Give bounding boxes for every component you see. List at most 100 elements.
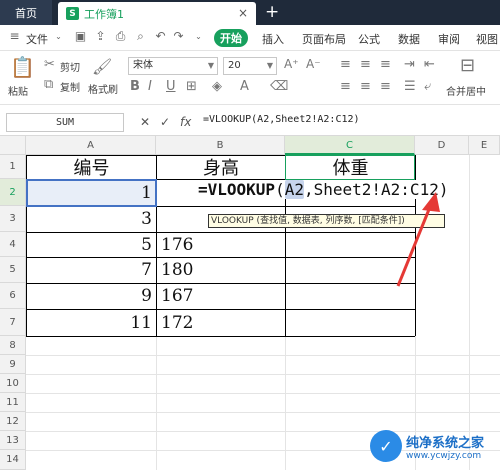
menu-review[interactable]: 审阅	[438, 31, 460, 47]
row-header-10[interactable]: 10	[0, 374, 26, 393]
fill-color-icon[interactable]: ◈	[212, 79, 222, 94]
close-icon[interactable]: ×	[238, 6, 248, 20]
column-header-a[interactable]: A	[26, 136, 156, 155]
cell-a4[interactable]: 5	[27, 232, 156, 257]
distribute-icon[interactable]: ☰	[404, 79, 416, 94]
column-header-e[interactable]: E	[469, 136, 500, 155]
increase-font-icon[interactable]: A⁺	[284, 57, 299, 71]
workbook-tab[interactable]: S 工作簿1 ×	[58, 2, 256, 25]
title-bar: 首页 S 工作簿1 × +	[0, 0, 500, 25]
row-header-6[interactable]: 6	[0, 283, 26, 309]
cell-b6[interactable]: 167	[157, 283, 285, 309]
menu-view[interactable]: 视图	[476, 31, 498, 47]
fx-icon[interactable]: fx	[180, 115, 191, 129]
menu-page-layout[interactable]: 页面布局	[302, 31, 346, 47]
new-tab-button[interactable]: +	[265, 2, 279, 22]
formula-bar: SUM ✕ ✓ fx =VLOOKUP(A2,Sheet2!A2:C12)	[0, 110, 500, 136]
undo-icon[interactable]: ↶	[154, 30, 167, 43]
annotation-arrow	[396, 192, 440, 287]
copy-label[interactable]: 复制	[60, 79, 80, 94]
gridline	[26, 393, 500, 394]
print-icon[interactable]: ⎙	[114, 30, 127, 43]
cell-a6[interactable]: 9	[27, 283, 156, 309]
cancel-icon[interactable]: ✕	[140, 115, 150, 129]
cell-b7[interactable]: 172	[157, 309, 285, 336]
font-size-value: 20	[228, 60, 241, 71]
save-icon[interactable]: ▣	[74, 30, 87, 43]
align-top-icon[interactable]: ≡	[340, 57, 351, 72]
row-header-5[interactable]: 5	[0, 257, 26, 283]
column-header-d[interactable]: D	[415, 136, 469, 155]
format-painter-label[interactable]: 格式刷	[88, 81, 118, 96]
row-header-9[interactable]: 9	[0, 355, 26, 374]
border-icon[interactable]: ⊞	[186, 79, 197, 94]
row-header-12[interactable]: 12	[0, 412, 26, 431]
row-header-14[interactable]: 14	[0, 450, 26, 470]
row-header-3[interactable]: 3	[0, 206, 26, 232]
cell-b4[interactable]: 176	[157, 232, 285, 257]
font-select[interactable]: 宋体 ▼	[128, 57, 218, 75]
home-tab[interactable]: 首页	[0, 0, 52, 25]
outdent-icon[interactable]: ⇤	[424, 57, 435, 72]
gridline	[469, 155, 470, 470]
workbook-tab-label: 工作簿1	[84, 7, 124, 21]
cell-a3[interactable]: 3	[27, 206, 156, 232]
indent-icon[interactable]: ⇥	[404, 57, 415, 72]
menu-formula[interactable]: 公式	[358, 31, 380, 47]
column-header-c[interactable]: C	[285, 136, 415, 155]
cut-label[interactable]: 剪切	[60, 59, 80, 74]
cell-a2[interactable]: 1	[27, 180, 156, 206]
hamburger-icon[interactable]: ≡	[8, 30, 21, 43]
decrease-font-icon[interactable]: A⁻	[306, 57, 321, 71]
copy-icon[interactable]: ⧉	[44, 77, 53, 92]
align-middle-icon[interactable]: ≡	[360, 57, 371, 72]
row-header-1[interactable]: 1	[0, 155, 26, 179]
align-left-icon[interactable]: ≡	[340, 79, 351, 94]
merge-center-label[interactable]: 合并居中	[446, 83, 486, 98]
chevron-down-icon[interactable]: ⌄	[52, 30, 65, 43]
watermark-title: 纯净系统之家	[406, 435, 485, 451]
row-header-4[interactable]: 4	[0, 232, 26, 257]
eraser-icon[interactable]: ⌫	[270, 79, 288, 94]
cell-a5[interactable]: 7	[27, 257, 156, 283]
paste-icon[interactable]: 📋	[10, 55, 35, 79]
header-cell-height[interactable]: 身高	[157, 155, 285, 179]
header-cell-weight[interactable]: 体重	[286, 155, 415, 179]
row-header-13[interactable]: 13	[0, 431, 26, 450]
font-color-icon[interactable]: A	[240, 79, 249, 94]
preview-icon[interactable]: ⌕	[134, 30, 147, 43]
menu-start[interactable]: 开始	[214, 29, 248, 47]
align-right-icon[interactable]: ≡	[380, 79, 391, 94]
cell-a7[interactable]: 11	[27, 309, 156, 336]
merge-cells-icon[interactable]: ⊟	[460, 55, 475, 76]
row-header-8[interactable]: 8	[0, 336, 26, 355]
wrap-icon[interactable]: ⤶	[424, 79, 431, 94]
gridline	[26, 412, 500, 413]
font-size-select[interactable]: 20 ▼	[223, 57, 277, 75]
underline-icon[interactable]: U	[166, 79, 176, 94]
align-center-icon[interactable]: ≡	[360, 79, 371, 94]
header-cell-id[interactable]: 编号	[27, 155, 156, 179]
menu-file[interactable]: 文件	[26, 31, 48, 47]
row-header-2[interactable]: 2	[0, 179, 26, 206]
formula-input[interactable]: =VLOOKUP(A2,Sheet2!A2:C12)	[203, 114, 360, 125]
row-header-7[interactable]: 7	[0, 309, 26, 336]
format-painter-icon[interactable]: 🖌	[92, 57, 112, 76]
align-bottom-icon[interactable]: ≡	[380, 57, 391, 72]
cut-icon[interactable]: ✂	[44, 57, 55, 72]
select-all-corner[interactable]	[0, 136, 26, 155]
redo-icon[interactable]: ↷	[172, 30, 185, 43]
paste-label[interactable]: 粘贴	[8, 83, 28, 98]
column-header-b[interactable]: B	[156, 136, 285, 155]
italic-icon[interactable]: I	[148, 79, 152, 94]
quick-access-chevron-icon[interactable]: ⌄	[192, 30, 205, 43]
name-box[interactable]: SUM	[6, 113, 124, 132]
menu-data[interactable]: 数据	[398, 31, 420, 47]
confirm-icon[interactable]: ✓	[160, 115, 170, 129]
bold-icon[interactable]: B	[130, 79, 140, 94]
cell-b5[interactable]: 180	[157, 257, 285, 283]
spreadsheet-icon: S	[66, 7, 79, 20]
row-header-11[interactable]: 11	[0, 393, 26, 412]
export-icon[interactable]: ⇪	[94, 30, 107, 43]
menu-insert[interactable]: 插入	[262, 31, 284, 47]
